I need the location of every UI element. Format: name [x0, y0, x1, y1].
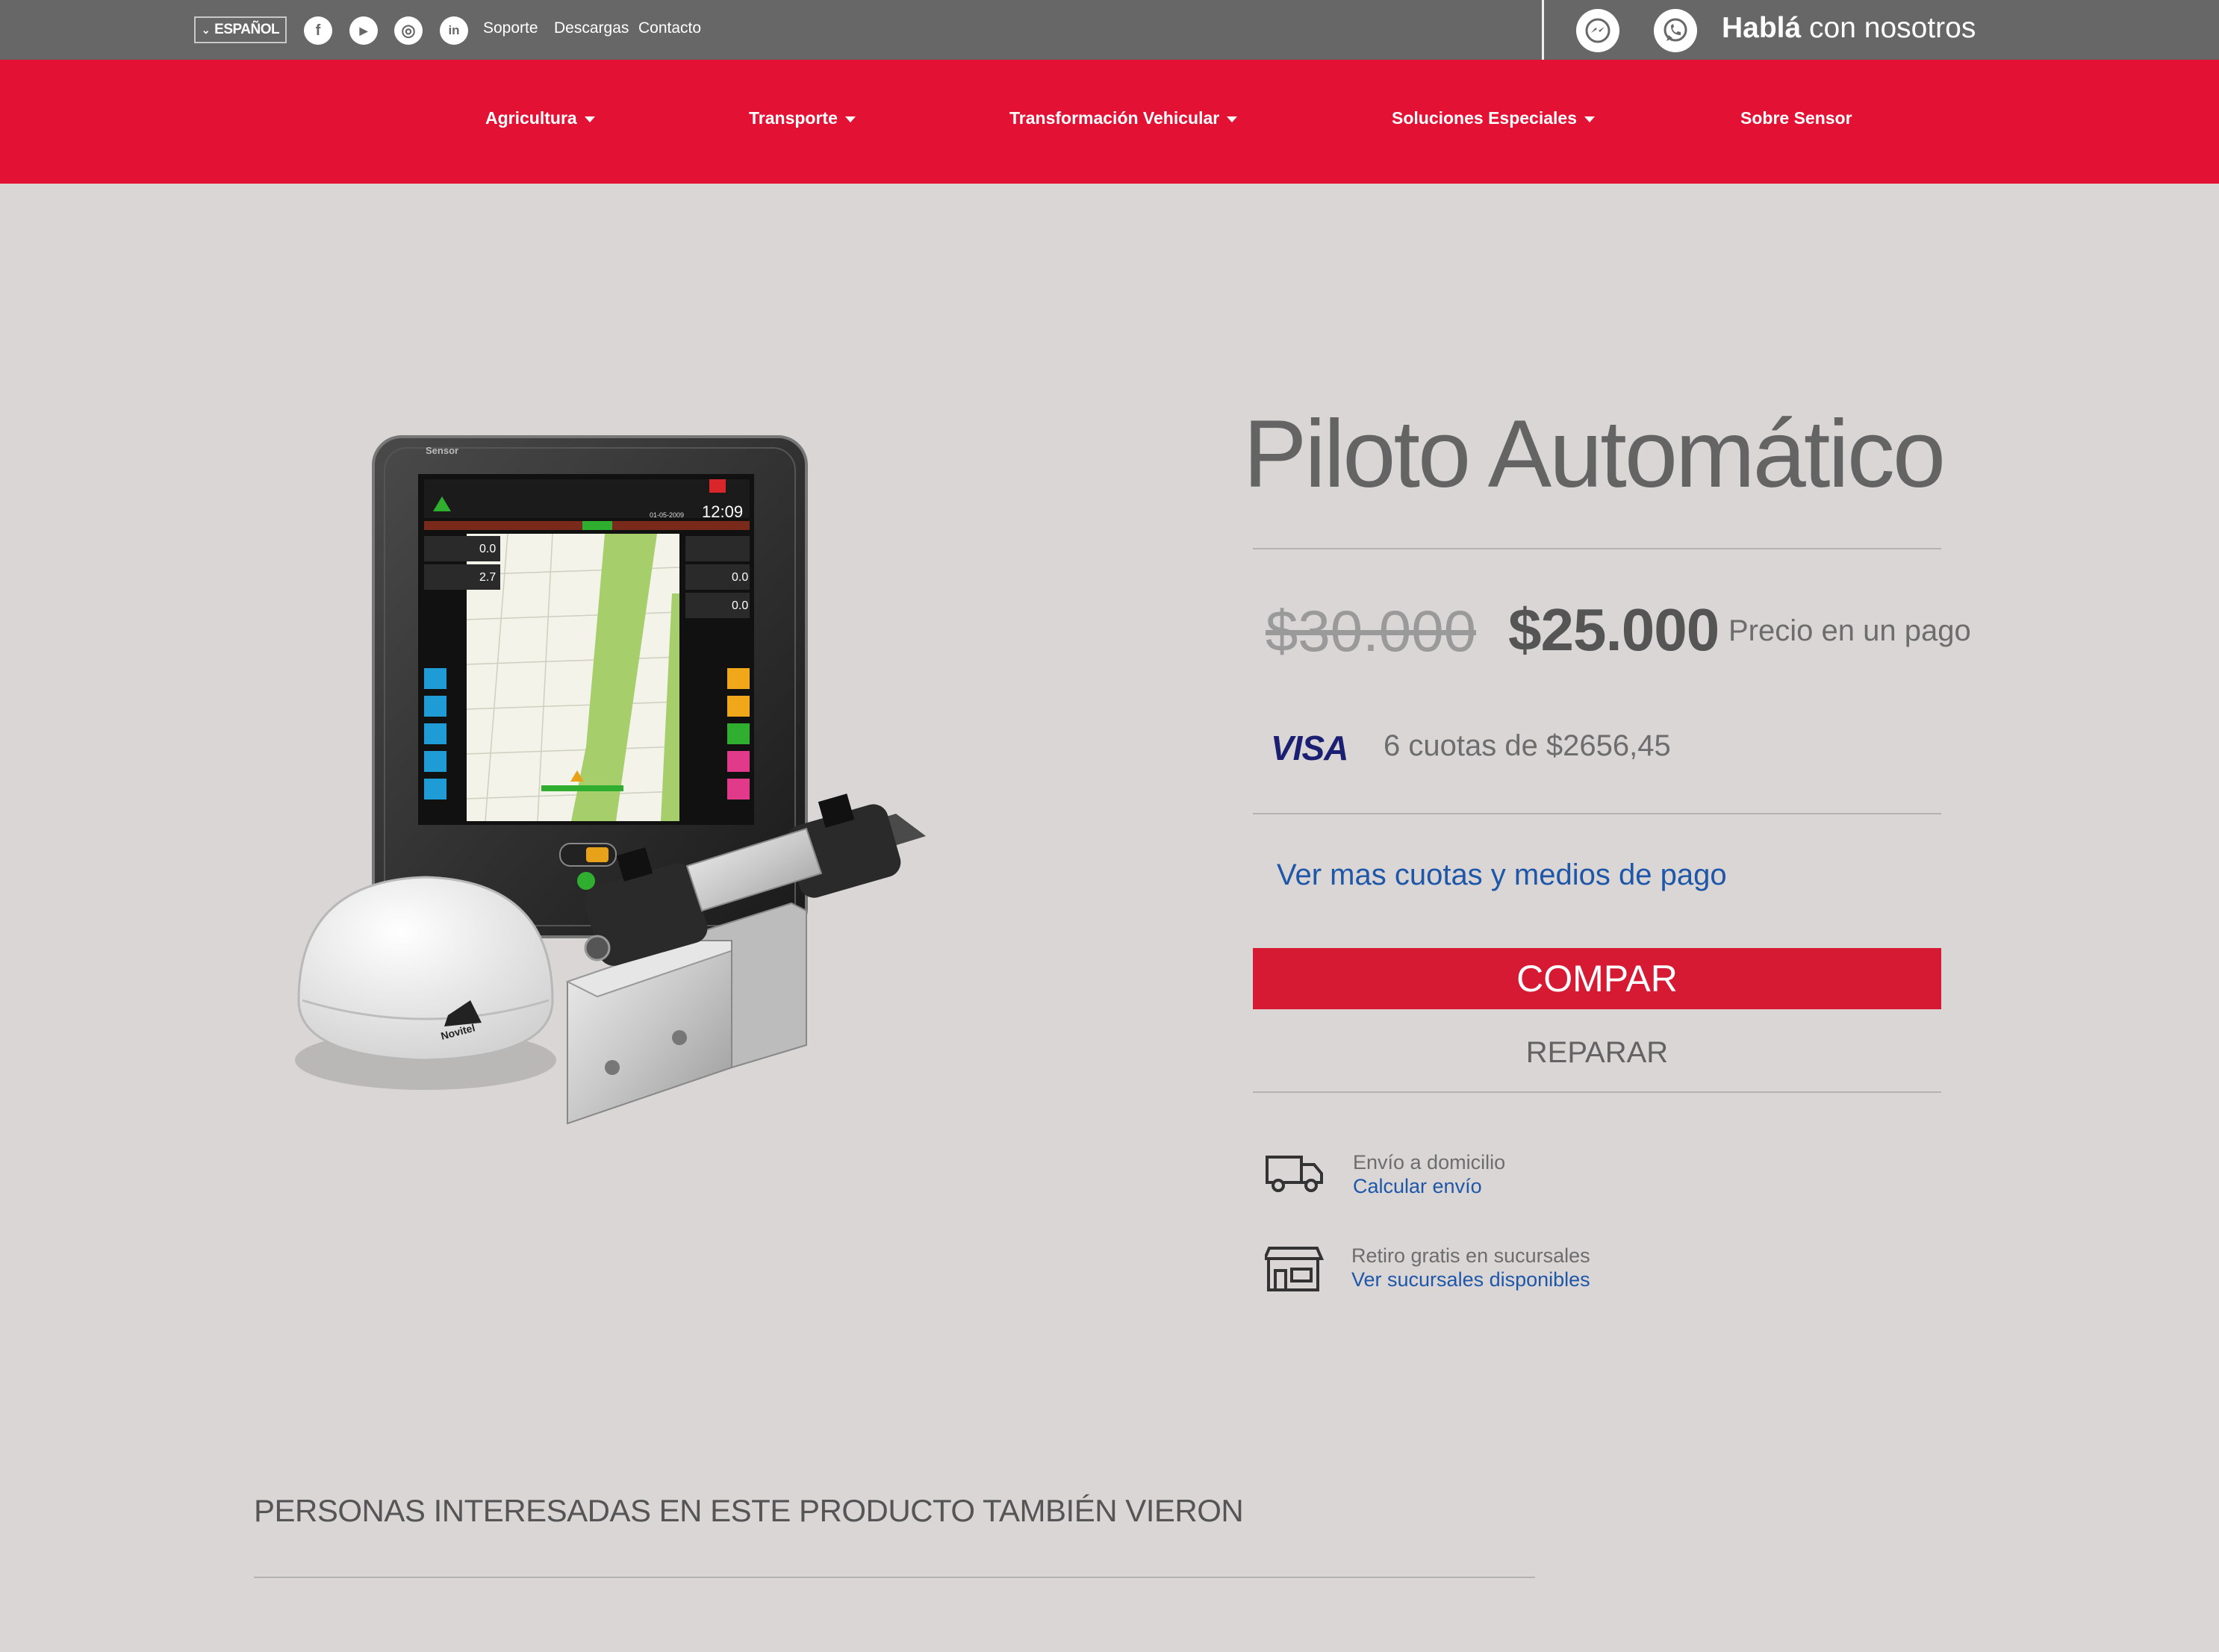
truck-icon [1265, 1150, 1325, 1197]
link-contacto[interactable]: Contacto [638, 19, 701, 37]
readout-2: 2.7 [479, 571, 496, 584]
link-descargas[interactable]: Descargas [554, 19, 629, 37]
screen-date: 01-05-2009 [650, 511, 684, 519]
readout-3: 0.0 [732, 571, 748, 584]
chat-cta-rest: con nosotros [1801, 12, 1976, 44]
youtube-icon[interactable]: ▶ [349, 16, 378, 45]
nav-item-soluciones-especiales[interactable]: Soluciones Especiales [1392, 108, 1596, 128]
calculate-shipping-link[interactable]: Calcular envío [1353, 1175, 1482, 1198]
more-payment-options-link[interactable]: Ver mas cuotas y medios de pago [1277, 858, 1727, 892]
delivery-title: Envío a domicilio [1353, 1151, 1506, 1173]
readout-4: 0.0 [732, 599, 748, 612]
instagram-icon[interactable]: ◎ [394, 16, 423, 45]
divider [254, 1577, 1535, 1578]
link-soporte[interactable]: Soporte [483, 19, 538, 37]
nav-item-agricultura[interactable]: Agricultura [485, 108, 595, 128]
caret-down-icon [1227, 116, 1238, 122]
caret-down-icon [584, 116, 595, 122]
buy-button[interactable]: COMPAR [1253, 948, 1941, 1009]
nav-label: Sobre Sensor [1740, 108, 1852, 128]
price-note: Precio en un pago [1728, 614, 1971, 647]
facebook-icon[interactable]: f [304, 16, 332, 45]
divider [1253, 1091, 1941, 1093]
chat-cta-strong: Hablá [1722, 12, 1802, 44]
nav-label: Soluciones Especiales [1392, 108, 1578, 128]
nav-item-transporte[interactable]: Transporte [749, 108, 856, 128]
language-selector[interactable]: ⌄ ESPAÑOL [194, 16, 287, 43]
caret-down-icon [1584, 116, 1596, 122]
readout-1: 0.0 [479, 543, 496, 555]
current-price: $25.000 [1508, 596, 1720, 663]
nav-label: Transformación Vehicular [1009, 108, 1220, 128]
nav-label: Agricultura [485, 108, 577, 128]
product-title: Piloto Automático [1243, 401, 1946, 508]
store-icon [1262, 1245, 1325, 1293]
installments-text: 6 cuotas de $2656,45 [1384, 729, 1671, 762]
whatsapp-icon[interactable] [1654, 9, 1697, 52]
product-image: Sensor 12:09 01-05-2009 0.0 2.7 0.0 0.0 … [284, 426, 956, 1127]
messenger-icon[interactable] [1576, 9, 1619, 52]
pickup-title: Retiro gratis en sucursales [1351, 1244, 1590, 1267]
linkedin-icon[interactable]: in [440, 16, 468, 45]
language-label: ESPAÑOL [214, 22, 280, 37]
tablet-brand: Sensor [426, 445, 458, 456]
repair-button[interactable]: REPARAR [1253, 1030, 1941, 1075]
topbar-divider [1542, 0, 1544, 60]
view-branches-link[interactable]: Ver sucursales disponibles [1351, 1268, 1590, 1291]
old-price: $30.000 [1266, 598, 1476, 664]
divider [1253, 813, 1941, 814]
chevron-down-icon: ⌄ [201, 23, 211, 36]
divider [1253, 548, 1941, 549]
nav-item-transformacion-vehicular[interactable]: Transformación Vehicular [1009, 108, 1238, 128]
visa-logo: VISA [1271, 729, 1348, 767]
nav-label: Transporte [749, 108, 838, 128]
related-products-title: PERSONAS INTERESADAS EN ESTE PRODUCTO TA… [254, 1493, 1244, 1528]
screen-time: 12:09 [702, 502, 743, 521]
caret-down-icon [844, 116, 856, 122]
chat-cta[interactable]: Hablá con nosotros [1722, 12, 1976, 45]
nav-item-sobre-sensor[interactable]: Sobre Sensor [1740, 108, 1852, 128]
